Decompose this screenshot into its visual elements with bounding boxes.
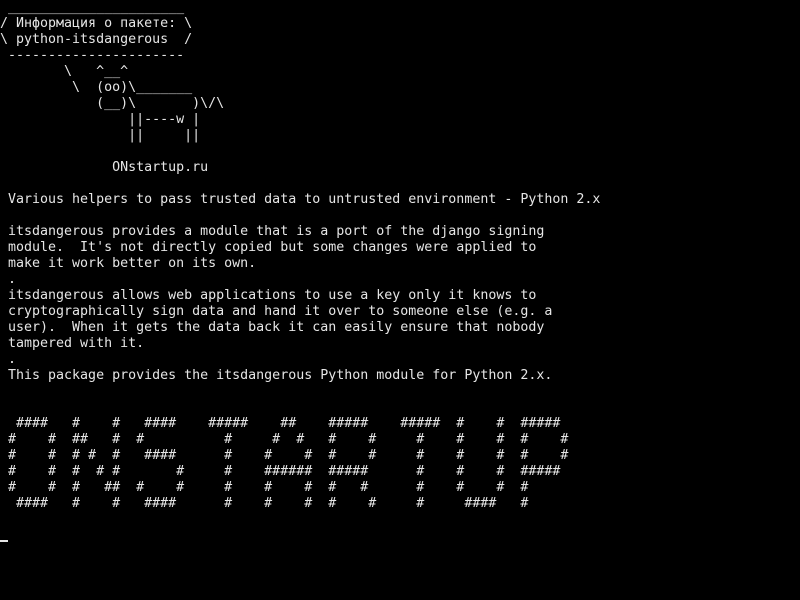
ascii-banner-line-4: # # # # # # # ###### ##### # # # ##### bbox=[0, 464, 561, 479]
site-name: ONstartup.ru bbox=[0, 160, 209, 175]
ascii-banner-line-3: # # # # # #### # # # # # # # # # # bbox=[0, 448, 569, 463]
description-line: This package provides the itsdangerous P… bbox=[0, 368, 553, 383]
description-line: itsdangerous allows web applications to … bbox=[0, 288, 537, 303]
ascii-banner-line-2: # # ## # # # # # # # # # # # # bbox=[0, 432, 569, 447]
description-line: itsdangerous provides a module that is a… bbox=[0, 224, 545, 239]
ascii-banner-line-6: #### # # #### # # # # # # #### # bbox=[0, 496, 529, 511]
cow-art-line-1: \ ^__^ bbox=[0, 64, 129, 79]
cow-art-line-3: (__)\ )\/\ bbox=[0, 96, 225, 111]
bubble-bottom-border: ---------------------- bbox=[0, 48, 185, 63]
description-line: module. It's not directly copied but som… bbox=[0, 240, 537, 255]
package-summary: Various helpers to pass trusted data to … bbox=[0, 192, 601, 207]
description-line: make it work better on its own. bbox=[0, 256, 257, 271]
cow-art-line-2: \ (oo)\_______ bbox=[0, 80, 193, 95]
bubble-package-line: \ python-itsdangerous / bbox=[0, 32, 193, 47]
cow-art-line-4: ||----w | bbox=[0, 112, 201, 127]
bubble-top-border: ______________________ bbox=[0, 0, 185, 15]
ascii-banner-line-1: #### # # #### ##### ## ##### ##### # # #… bbox=[0, 416, 561, 431]
description-line: tampered with it. bbox=[0, 336, 145, 351]
text-cursor bbox=[0, 540, 8, 542]
description-separator: . bbox=[0, 352, 17, 367]
description-separator: . bbox=[0, 272, 17, 287]
terminal-screen[interactable]: ______________________ / Информация о па… bbox=[0, 0, 800, 600]
cow-art-line-5: || || bbox=[0, 128, 201, 143]
bubble-title-line: / Информация о пакете: \ bbox=[0, 16, 193, 31]
ascii-banner-line-5: # # # ## # # # # # # # # # # # bbox=[0, 480, 529, 495]
description-line: user). When it gets the data back it can… bbox=[0, 320, 545, 335]
description-line: cryptographically sign data and hand it … bbox=[0, 304, 553, 319]
